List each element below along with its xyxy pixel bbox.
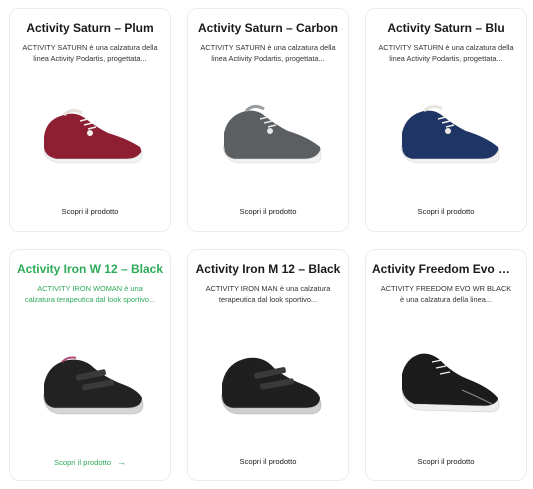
product-title[interactable]: Activity Saturn – Blu	[372, 21, 520, 35]
product-card-iron-m12-black[interactable]: Activity Iron M 12 – Black ACTIVITY IRON…	[187, 249, 349, 481]
product-card-saturn-carbon[interactable]: Activity Saturn – Carbon ACTIVITY SATURN…	[187, 8, 349, 232]
discover-product-link[interactable]: Scopri il prodotto	[188, 207, 348, 216]
product-title[interactable]: Activity Saturn – Carbon	[194, 21, 342, 35]
cta-label: Scopri il prodotto	[239, 207, 297, 216]
cta-label: Scopri il prodotto	[239, 457, 297, 466]
sneaker-laced-icon[interactable]	[392, 89, 504, 179]
product-title[interactable]: Activity Iron M 12 – Black	[194, 262, 342, 276]
cta-label: Scopri il prodotto	[61, 207, 119, 216]
product-card-iron-w12-black[interactable]: Activity Iron W 12 – Black ACTIVITY IRON…	[9, 249, 171, 481]
cta-label: Scopri il prodotto	[417, 457, 475, 466]
product-card-saturn-plum[interactable]: Activity Saturn – Plum ACTIVITY SATURN è…	[9, 8, 171, 232]
product-description: ACTIVITY SATURN è una calzatura della li…	[200, 43, 336, 63]
discover-product-link[interactable]: Scopri il prodotto	[366, 207, 526, 216]
sneaker-runner-icon[interactable]	[392, 338, 504, 428]
sneaker-laced-icon[interactable]	[36, 89, 148, 179]
sneaker-velcro-icon[interactable]	[214, 338, 326, 428]
cta-label: Scopri il prodotto	[417, 207, 475, 216]
sneaker-laced-icon[interactable]	[214, 89, 326, 179]
product-description: ACTIVITY IRON WOMAN è una calzatura tera…	[24, 284, 156, 304]
arrow-right-icon: →	[116, 457, 126, 467]
product-title[interactable]: Activity Saturn – Plum	[16, 21, 164, 35]
product-title[interactable]: Activity Freedom Evo Wr -...	[372, 262, 520, 276]
discover-product-link[interactable]: Scopri il prodotto →	[10, 457, 170, 467]
product-description: ACTIVITY IRON MAN è una calzatura terape…	[205, 284, 331, 304]
product-grid: Activity Saturn – Plum ACTIVITY SATURN è…	[0, 0, 533, 489]
product-description: ACTIVITY SATURN è una calzatura della li…	[22, 43, 158, 63]
discover-product-link[interactable]: Scopri il prodotto	[188, 457, 348, 466]
cta-label: Scopri il prodotto	[54, 457, 111, 467]
product-title[interactable]: Activity Iron W 12 – Black	[16, 262, 164, 276]
discover-product-link[interactable]: Scopri il prodotto	[366, 457, 526, 466]
product-description: ACTIVITY SATURN è una calzatura della li…	[378, 43, 514, 63]
product-card-freedom-evo-wr[interactable]: Activity Freedom Evo Wr -... ACTIVITY FR…	[365, 249, 527, 481]
product-card-saturn-blu[interactable]: Activity Saturn – Blu ACTIVITY SATURN è …	[365, 8, 527, 232]
sneaker-velcro-icon[interactable]	[36, 338, 148, 428]
discover-product-link[interactable]: Scopri il prodotto	[10, 207, 170, 216]
product-description: ACTIVITY FREEDOM EVO WR BLACK è una calz…	[380, 284, 512, 304]
